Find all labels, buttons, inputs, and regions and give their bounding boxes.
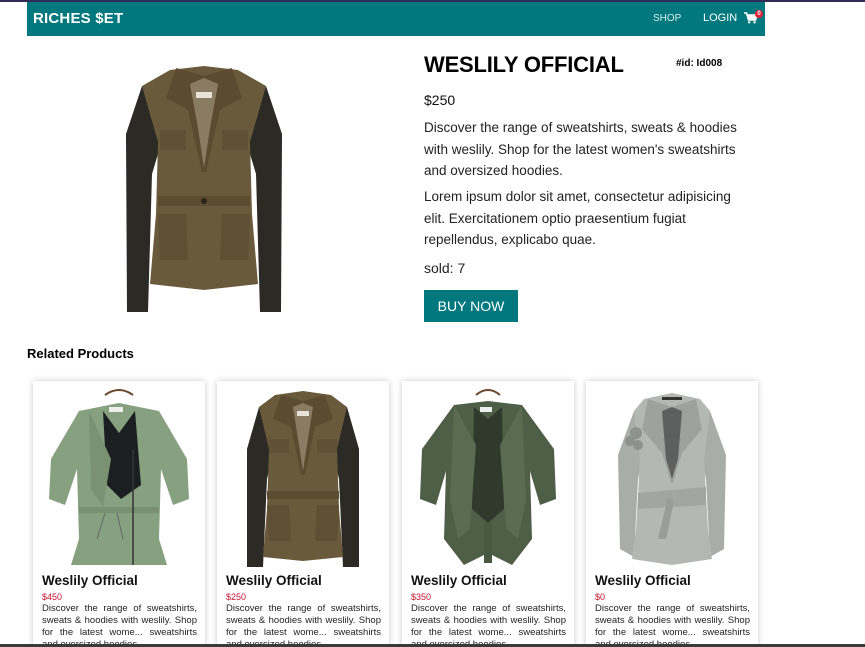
product-card-price: $0 bbox=[595, 592, 606, 602]
product-card-title[interactable]: Weslily Official bbox=[595, 573, 691, 588]
product-card-price: $250 bbox=[226, 592, 247, 602]
buy-now-button[interactable]: BUY NOW bbox=[424, 290, 518, 322]
cart-count-badge: 0 bbox=[755, 10, 763, 18]
product-card[interactable]: Weslily Official $250 Discover the range… bbox=[217, 381, 389, 644]
related-products-heading: Related Products bbox=[27, 346, 134, 361]
product-thumbnail[interactable] bbox=[414, 389, 562, 572]
sold-count: sold: 7 bbox=[424, 260, 466, 276]
product-card-description: Discover the range of sweatshirts, sweat… bbox=[226, 603, 381, 644]
product-thumbnail[interactable] bbox=[229, 389, 377, 572]
product-description: Discover the range of sweatshirts, sweat… bbox=[424, 120, 737, 178]
navbar: RICHES $ET SHOP LOGIN 0 bbox=[27, 2, 765, 36]
nav-link-shop[interactable]: SHOP bbox=[653, 13, 681, 24]
product-thumbnail[interactable] bbox=[598, 389, 746, 572]
product-card-title[interactable]: Weslily Official bbox=[226, 573, 322, 588]
product-page: RICHES $ET SHOP LOGIN 0 WESLILY OFFICIAL… bbox=[27, 2, 765, 644]
product-card[interactable]: Weslily Official $450 Discover the range… bbox=[33, 381, 205, 644]
product-description-extra: Lorem ipsum dolor sit amet, consectetur … bbox=[424, 189, 731, 247]
product-card-title[interactable]: Weslily Official bbox=[42, 573, 138, 588]
product-card-price: $450 bbox=[42, 592, 63, 602]
nav-link-login[interactable]: LOGIN bbox=[703, 12, 737, 24]
product-image bbox=[126, 66, 282, 312]
product-id: #id: Id008 bbox=[676, 58, 723, 69]
product-card-price: $350 bbox=[411, 592, 432, 602]
product-card[interactable]: Weslily Official $0 Discover the range o… bbox=[586, 381, 758, 644]
cart-button[interactable]: 0 bbox=[744, 10, 764, 28]
brand-logo[interactable]: RICHES $ET bbox=[33, 10, 123, 27]
product-title: WESLILY OFFICIAL bbox=[424, 52, 624, 77]
product-price: $250 bbox=[424, 92, 456, 108]
product-thumbnail[interactable] bbox=[45, 389, 193, 572]
product-card[interactable]: Weslily Official $350 Discover the range… bbox=[402, 381, 574, 644]
product-card-title[interactable]: Weslily Official bbox=[411, 573, 507, 588]
product-card-description: Discover the range of sweatshirts, sweat… bbox=[595, 603, 750, 644]
product-card-description: Discover the range of sweatshirts, sweat… bbox=[411, 603, 566, 644]
product-card-description: Discover the range of sweatshirts, sweat… bbox=[42, 603, 197, 644]
